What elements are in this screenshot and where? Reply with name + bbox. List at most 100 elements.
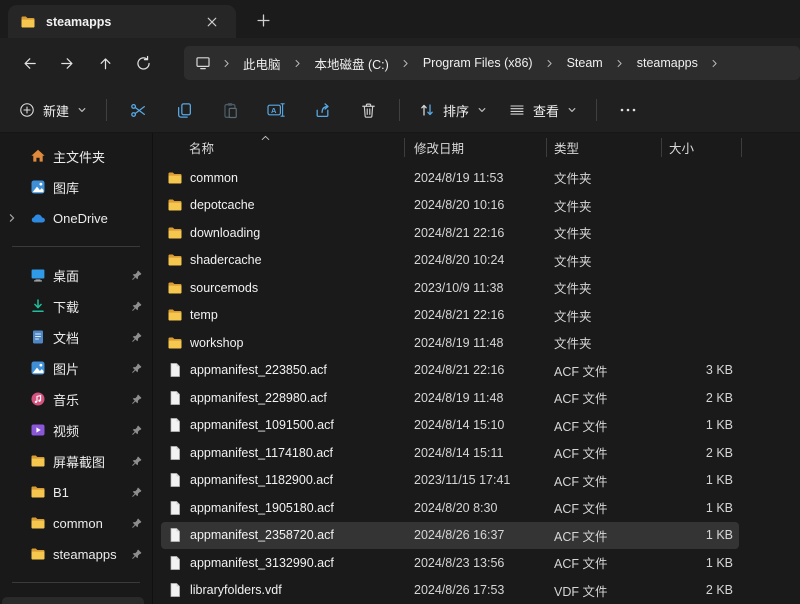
column-divider[interactable] [404, 138, 405, 157]
downloads-icon [30, 298, 46, 314]
file-row[interactable]: common 2024/8/19 11:53 文件夹 [161, 164, 739, 192]
breadcrumb-item[interactable]: Steam [558, 49, 612, 77]
sidebar-item-pictures[interactable]: 图片 [2, 353, 147, 383]
pin-icon [129, 423, 143, 437]
column-header-date[interactable]: 修改日期 [414, 138, 554, 157]
chevron-down-icon [477, 105, 487, 115]
expand-chevron-icon[interactable] [7, 212, 19, 224]
sort-ascending-icon [261, 135, 270, 141]
tab-close-icon[interactable] [200, 10, 224, 34]
file-icon [167, 555, 183, 571]
sidebar-item-partial[interactable] [2, 597, 144, 604]
gallery-icon [30, 179, 46, 195]
delete-button[interactable] [345, 93, 391, 127]
chevron-right-icon [218, 59, 234, 68]
pin-icon [129, 516, 143, 530]
column-header-name[interactable]: 名称 [167, 138, 414, 157]
paste-button[interactable] [207, 93, 253, 127]
pin-icon [129, 299, 143, 313]
chevron-right-icon[interactable] [707, 59, 723, 68]
file-row[interactable]: appmanifest_223850.acf 2024/8/21 22:16 A… [161, 357, 739, 385]
breadcrumb-item[interactable]: Program Files (x86) [414, 49, 542, 77]
sidebar-item-documents[interactable]: 文档 [2, 322, 147, 352]
copy-button[interactable] [161, 93, 207, 127]
file-row[interactable]: appmanifest_1091500.acf 2024/8/14 15:10 … [161, 412, 739, 440]
sidebar-item-common[interactable]: common [2, 508, 147, 538]
file-row[interactable]: appmanifest_2358720.acf 2024/8/26 16:37 … [161, 522, 739, 550]
folder-icon [167, 252, 183, 268]
breadcrumb-item[interactable]: steamapps [628, 49, 707, 77]
column-header-row: 名称 修改日期 类型 大小 [161, 133, 799, 162]
more-options-button[interactable] [605, 93, 651, 127]
sidebar-item-music[interactable]: 音乐 [2, 384, 147, 414]
file-row[interactable]: temp 2024/8/21 22:16 文件夹 [161, 302, 739, 330]
tab-steamapps[interactable]: steamapps [8, 5, 236, 38]
sidebar-item-screenshots[interactable]: 屏幕截图 [2, 446, 147, 476]
file-row[interactable]: downloading 2024/8/21 22:16 文件夹 [161, 219, 739, 247]
up-button[interactable] [86, 46, 124, 80]
sidebar-item-b1[interactable]: B1 [2, 477, 147, 507]
chevron-right-icon [612, 59, 628, 68]
tab-bar: steamapps [0, 0, 800, 38]
file-icon [167, 445, 183, 461]
folder-icon [167, 170, 183, 186]
videos-icon [30, 422, 46, 438]
file-row[interactable]: workshop 2024/8/19 11:48 文件夹 [161, 329, 739, 357]
navigation-bar: 此电脑本地磁盘 (C:) Program Files (x86) Steam stea… [0, 38, 800, 88]
sidebar-divider [12, 246, 140, 247]
file-icon [167, 362, 183, 378]
file-row[interactable]: libraryfolders.vdf 2024/8/26 17:53 VDF 文… [161, 577, 739, 604]
folder-icon [167, 307, 183, 323]
sidebar-item-gallery[interactable]: 图库 [2, 172, 147, 202]
pictures-icon [30, 360, 46, 376]
file-icon [167, 390, 183, 406]
sidebar-item-downloads[interactable]: 下载 [2, 291, 147, 321]
sidebar-item-videos[interactable]: 视频 [2, 415, 147, 445]
chevron-right-icon [290, 59, 306, 68]
file-row[interactable]: depotcache 2024/8/20 10:16 文件夹 [161, 192, 739, 220]
sidebar-item-home[interactable]: 主文件夹 [2, 141, 147, 171]
file-row[interactable]: shadercache 2024/8/20 10:24 文件夹 [161, 247, 739, 275]
file-row[interactable]: appmanifest_1174180.acf 2024/8/14 15:11 … [161, 439, 739, 467]
sidebar-item-onedrive[interactable]: OneDrive [2, 203, 147, 233]
view-button[interactable]: 查看 [498, 93, 588, 127]
documents-icon [30, 329, 46, 345]
rename-button[interactable]: A [253, 93, 299, 127]
file-rows: common 2024/8/19 11:53 文件夹 depotcache 20… [153, 162, 800, 604]
sidebar-item-desktop[interactable]: 桌面 [2, 260, 147, 290]
file-explorer-window: steamapps 此电脑本地磁盘 (C:) Program Files (x86… [0, 0, 800, 604]
file-row[interactable]: appmanifest_1905180.acf 2024/8/20 8:30 A… [161, 494, 739, 522]
file-icon [167, 527, 183, 543]
file-row[interactable]: appmanifest_228980.acf 2024/8/19 11:48 A… [161, 384, 739, 412]
new-button[interactable]: 新建 [8, 93, 98, 127]
pin-icon [129, 392, 143, 406]
home-icon [30, 148, 46, 164]
sort-icon [419, 102, 435, 118]
breadcrumb[interactable]: 此电脑本地磁盘 (C:) Program Files (x86) Steam stea… [184, 46, 800, 80]
sort-button-label: 排序 [443, 101, 469, 120]
column-divider[interactable] [546, 138, 547, 157]
share-button[interactable] [299, 93, 345, 127]
file-row[interactable]: appmanifest_3132990.acf 2024/8/23 13:56 … [161, 549, 739, 577]
forward-button[interactable] [48, 46, 86, 80]
column-header-size[interactable]: 大小 [661, 138, 739, 157]
breadcrumb-item[interactable]: 本地磁盘 (C:) [306, 47, 398, 80]
column-divider[interactable] [661, 138, 662, 157]
chevron-down-icon [567, 105, 577, 115]
desktop-icon [30, 267, 46, 283]
column-header-type[interactable]: 类型 [554, 138, 661, 157]
refresh-button[interactable] [124, 46, 162, 80]
plus-circle-icon [19, 102, 35, 118]
column-divider[interactable] [741, 138, 742, 157]
sidebar-divider [12, 582, 140, 583]
cut-button[interactable] [115, 93, 161, 127]
breadcrumb-item[interactable]: 此电脑 [234, 47, 290, 80]
file-row[interactable]: appmanifest_1182900.acf 2023/11/15 17:41… [161, 467, 739, 495]
folder-icon [167, 335, 183, 351]
back-button[interactable] [10, 46, 48, 80]
sort-button[interactable]: 排序 [408, 93, 498, 127]
new-tab-button[interactable] [248, 5, 278, 35]
toolbar-divider [596, 99, 597, 121]
file-row[interactable]: sourcemods 2023/10/9 11:38 文件夹 [161, 274, 739, 302]
sidebar-item-steamapps[interactable]: steamapps [2, 539, 147, 569]
